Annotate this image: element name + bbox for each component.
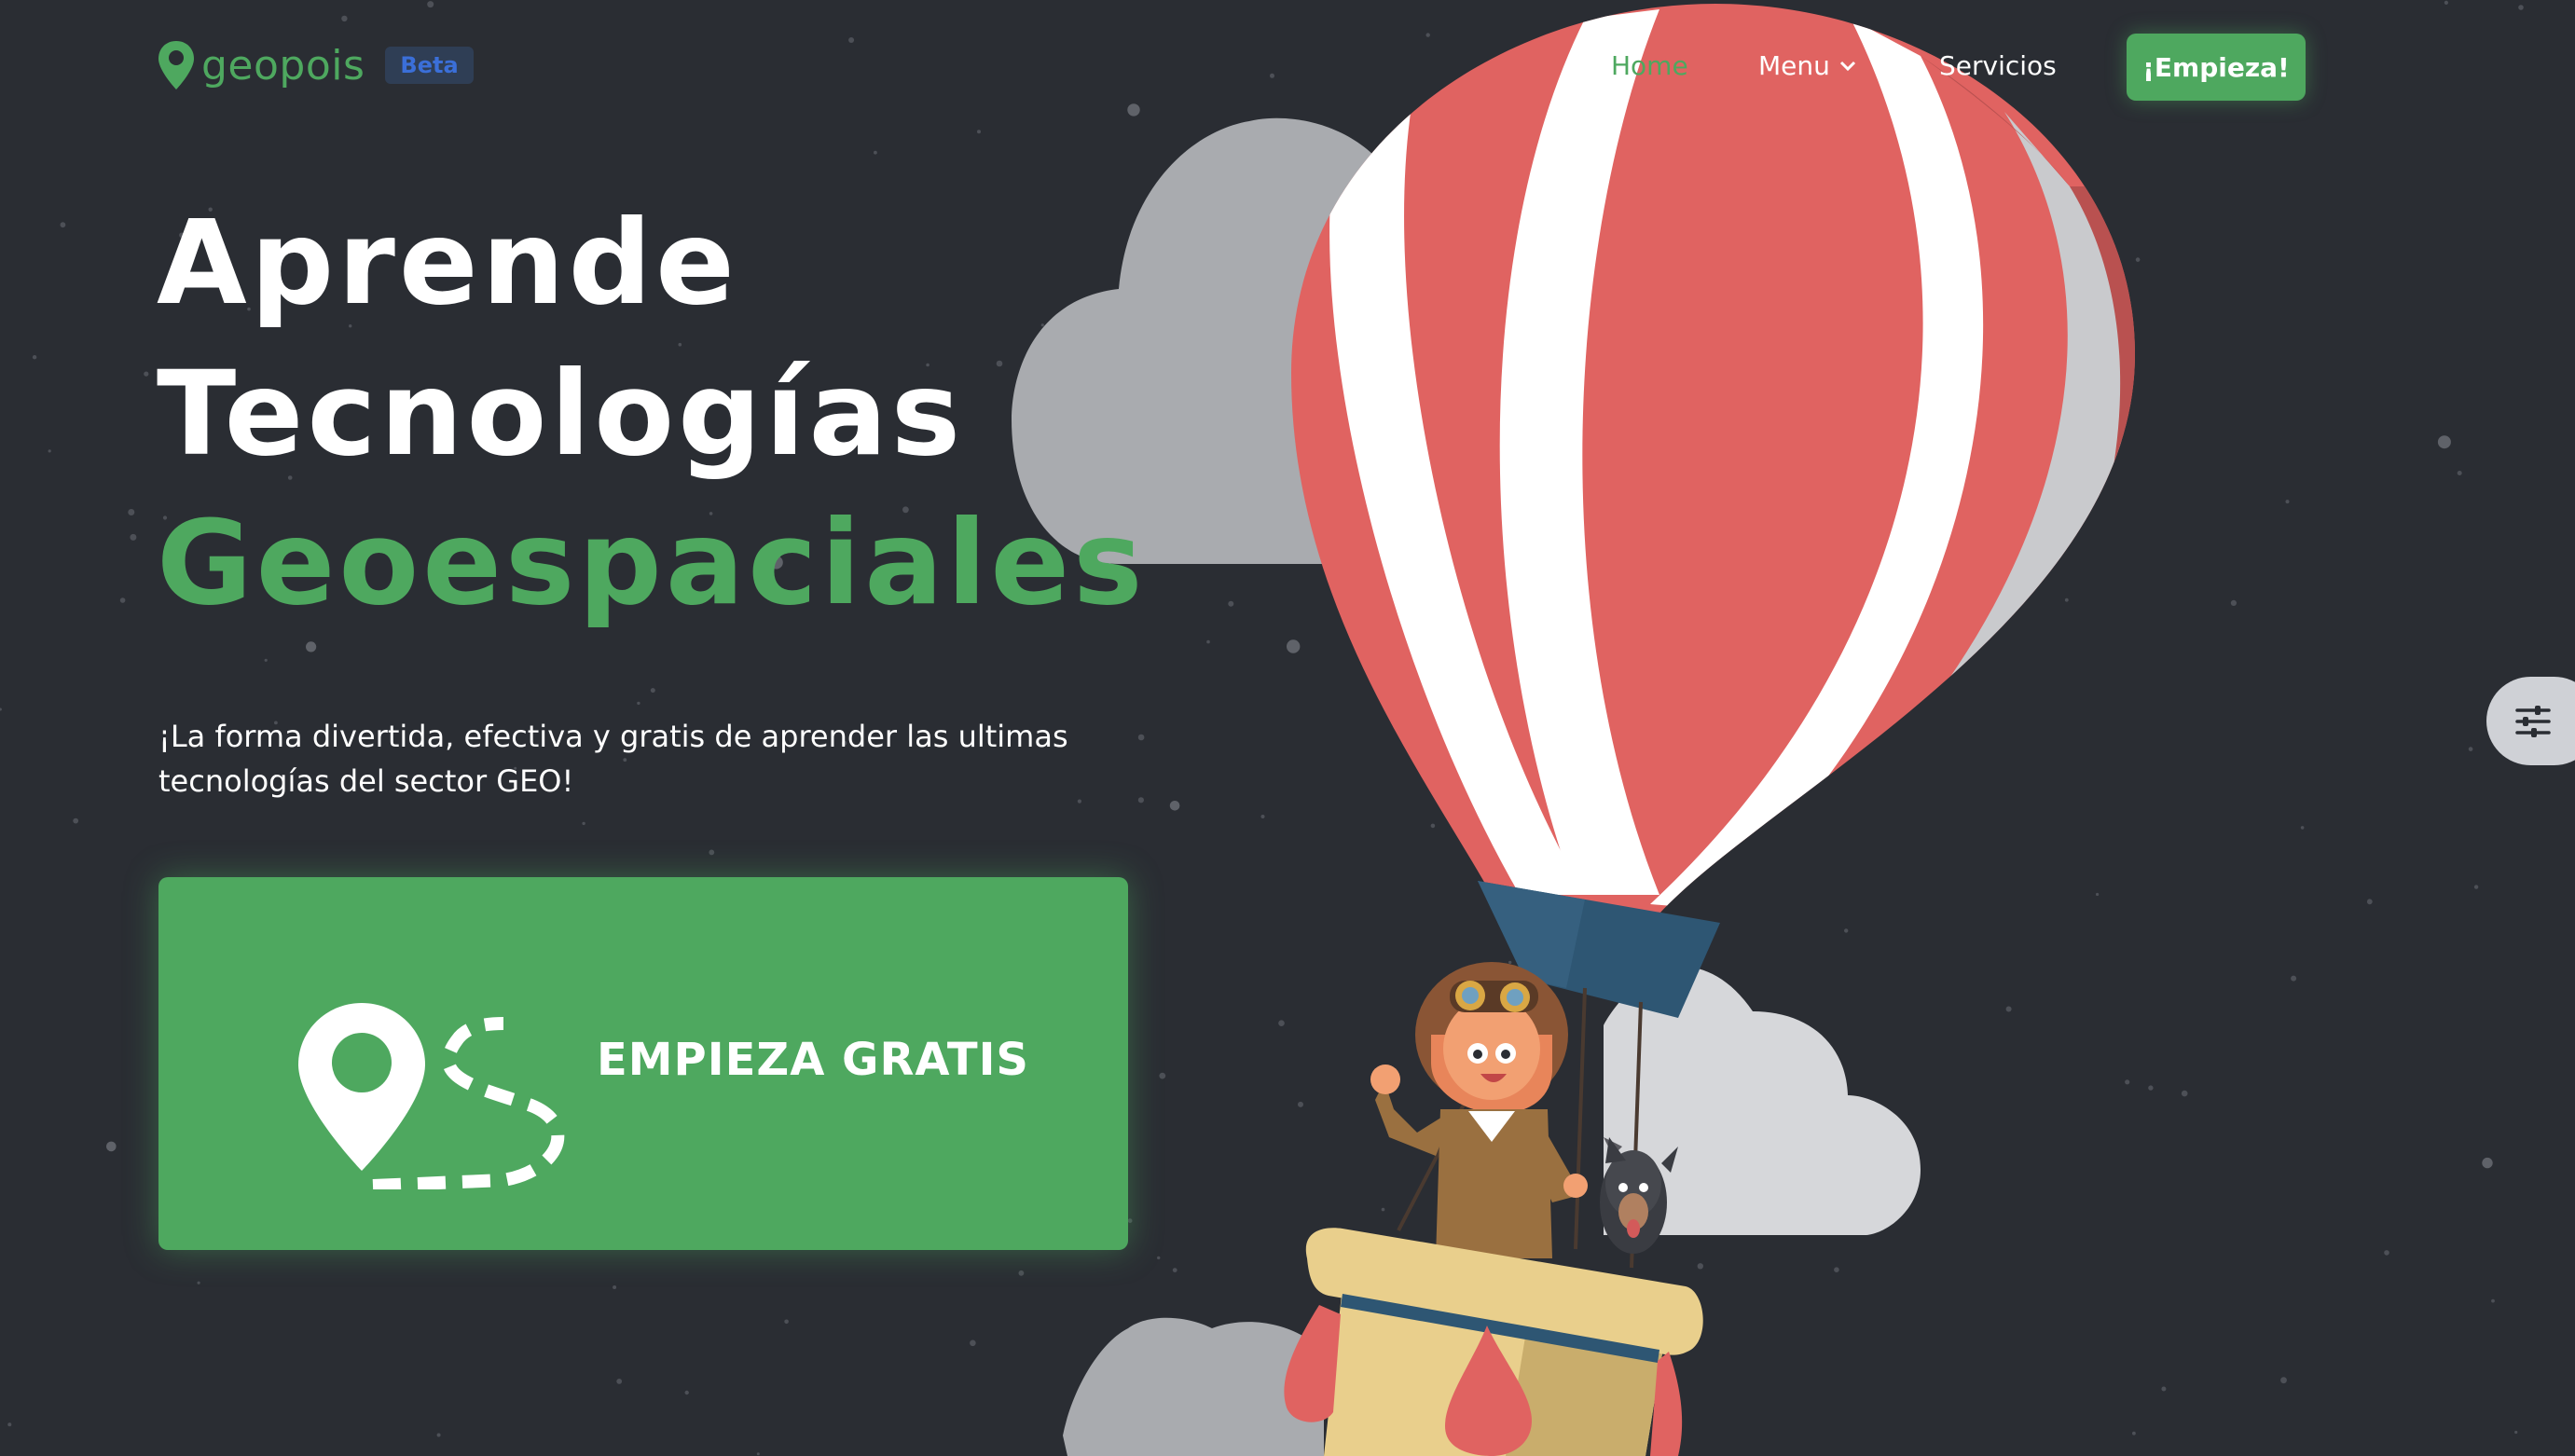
chevron-down-icon xyxy=(1839,61,1855,71)
nav-menu-dropdown[interactable]: Menu xyxy=(1758,50,1856,81)
hero-subtitle-line-1: ¡La forma divertida, efectiva y gratis d… xyxy=(158,719,1068,754)
hero-title-line-2: Tecnologías xyxy=(157,347,965,482)
empieza-button[interactable]: ¡Empieza! xyxy=(2127,34,2306,101)
sliders-icon xyxy=(2515,706,2551,737)
empieza-gratis-label: EMPIEZA GRATIS xyxy=(597,1034,1029,1086)
hero-subtitle: ¡La forma divertida, efectiva y gratis d… xyxy=(158,714,1091,804)
nav-home-link[interactable]: Home xyxy=(1611,50,1688,81)
balloon-basket xyxy=(1284,1228,1703,1456)
balloon-envelope xyxy=(1291,4,2135,913)
hero-title-line-3: Geoespaciales xyxy=(157,496,1147,631)
beta-badge: Beta xyxy=(385,47,474,84)
settings-tab[interactable] xyxy=(2486,677,2575,765)
brand-name: geopois xyxy=(201,41,365,89)
hero-title-line-1: Aprende xyxy=(157,196,738,331)
nav-servicios-link[interactable]: Servicios xyxy=(1939,50,2057,81)
route-pin-icon xyxy=(298,1003,565,1189)
empieza-gratis-button[interactable]: EMPIEZA GRATIS xyxy=(158,877,1128,1250)
brand-logo[interactable]: geopois Beta xyxy=(157,39,474,91)
nav-menu-label: Menu xyxy=(1758,50,1830,81)
pilot-character xyxy=(1370,962,1588,1258)
map-pin-icon xyxy=(158,41,194,89)
hero-subtitle-line-2: tecnologías del sector GEO! xyxy=(158,763,574,799)
